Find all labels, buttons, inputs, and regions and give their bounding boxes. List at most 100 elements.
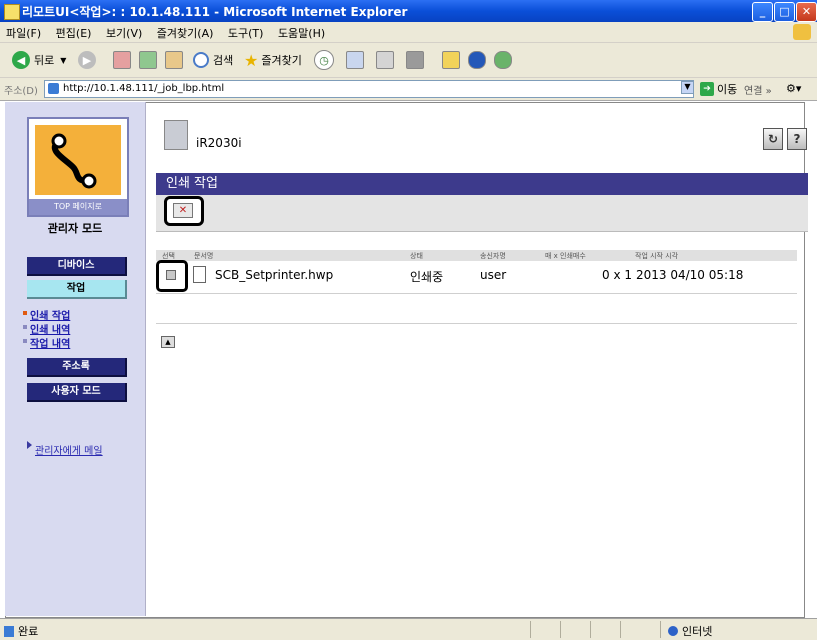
delete-job-button[interactable]: ✕ [164,196,204,226]
search-button[interactable]: 검색 [193,50,233,70]
stop-icon [113,51,131,69]
home-icon [165,51,183,69]
go-button[interactable]: ➔ 이동 [700,81,737,97]
page-done-icon [4,625,14,637]
folder-icon [442,51,460,69]
column-header-status: 상태 [410,252,423,260]
status-bar: 완료 인터넷 [0,618,817,640]
job-sender: user [480,268,507,282]
refresh-button[interactable] [139,50,157,70]
bluetooth-button[interactable] [468,50,486,70]
job-copies: 0 x 1 [602,268,632,282]
title-bar: 리모트UI<작업>: : 10.1.48.111 - Microsoft Int… [0,0,817,22]
divider [560,621,561,638]
divider [156,323,797,324]
checkbox-box [166,270,176,280]
sublink-job-log[interactable]: 작업 내역 [30,335,70,350]
go-arrow-icon: ➔ [700,82,714,96]
mail-button[interactable] [346,50,364,70]
delete-icon: ✕ [173,203,193,218]
menu-favorites[interactable]: 즐겨찾기(A) [151,22,219,41]
job-select-checkbox[interactable] [156,260,188,292]
window-title: 리모트UI<작업>: : 10.1.48.111 - Microsoft Int… [22,5,408,19]
maximize-button[interactable]: □ [774,2,795,22]
divider [590,621,591,638]
divider [156,293,797,294]
menu-view[interactable]: 보기(V) [100,22,147,41]
links-button[interactable]: 연결 » [744,82,772,97]
zone-text: 인터넷 [682,625,713,638]
search-label: 검색 [213,54,234,67]
mail-icon [346,51,364,69]
minimize-button[interactable]: _ [752,2,773,22]
forward-button[interactable]: ▶ [78,50,96,70]
status-text: 완료 [18,625,39,638]
star-icon: ★ [244,50,259,70]
sidebar: TOP 페이지로 관리자 모드 디바이스 작업 인쇄 작업 인쇄 내역 작업 내… [5,102,146,616]
bullet-icon [23,311,27,315]
back-button[interactable]: ◀ 뒤로 ▼ [12,50,66,70]
print-button[interactable] [376,50,394,70]
page-icon [48,83,59,94]
refresh-icon [139,51,157,69]
edit-button[interactable] [406,50,424,70]
print-icon [376,51,394,69]
address-label: 주소(D) [4,86,38,97]
history-button[interactable]: ◷ [314,50,334,70]
logo-caption: TOP 페이지로 [29,199,127,215]
mail-admin-link[interactable]: 관리자에게 메일 [35,442,103,457]
messenger-button[interactable] [494,50,512,70]
section-header: 인쇄 작업 [156,173,808,195]
bluetooth-icon [468,51,486,69]
divider [660,621,661,638]
menu-help[interactable]: 도움말(H) [272,22,330,41]
column-header-sender: 송신자명 [480,252,506,260]
nav-device-button[interactable]: 디바이스 [27,257,127,276]
home-button[interactable] [165,50,183,70]
menu-file[interactable]: 파일(F) [0,22,46,41]
address-bar: 주소(D) http://10.1.48.111/_job_lbp.html ▼… [0,78,817,101]
refresh-page-button[interactable]: ↻ [763,128,783,150]
menu-tools[interactable]: 도구(T) [222,22,269,41]
stop-button[interactable] [113,50,131,70]
table-header: 선택 문서명 상태 송신자명 매 x 인쇄매수 작업 시작 시각 [156,250,797,261]
windows-logo-icon [793,24,811,40]
remote-ui-logo-icon [35,125,121,195]
menu-bar: 파일(F) 편집(E) 보기(V) 즐겨찾기(A) 도구(T) 도움말(H) [0,22,817,43]
job-status: 인쇄중 [410,270,444,284]
address-url[interactable]: http://10.1.48.111/_job_lbp.html [63,83,224,94]
column-header-start-time: 작업 시작 시각 [635,252,679,260]
sublink-print-jobs[interactable]: 인쇄 작업 [30,307,70,322]
nav-job-button[interactable]: 작업 [27,280,127,299]
nav-address-book-button[interactable]: 주소록 [27,358,127,377]
section-toolbar [156,195,808,232]
mode-heading: 관리자 모드 [47,222,103,235]
sublink-print-log[interactable]: 인쇄 내역 [30,321,70,336]
address-input[interactable]: http://10.1.48.111/_job_lbp.html [44,80,694,98]
section-title: 인쇄 작업 [166,176,218,191]
nav-user-mode-button[interactable]: 사용자 모드 [27,383,127,402]
help-button[interactable]: ? [787,128,807,150]
messenger-icon [494,51,512,69]
chevron-down-icon[interactable]: ▼ [60,56,66,65]
go-label: 이동 [717,83,738,96]
top-page-logo-button[interactable]: TOP 페이지로 [27,117,129,217]
bullet-icon [23,325,27,329]
folder-button[interactable] [442,50,460,70]
toolbar: ◀ 뒤로 ▼ ▶ 검색 ★ 즐겨찾기 ◷ [0,43,817,78]
ie-page-icon [4,4,20,20]
address-dropdown-icon[interactable]: ▼ [681,81,694,94]
page-top-icon[interactable]: ▲ [161,336,175,348]
links-label: 연결 [744,86,763,97]
edit-icon [406,51,424,69]
toolbar-extension-icon[interactable]: ⚙▾ [786,82,801,95]
close-button[interactable]: ✕ [796,2,817,22]
forward-arrow-icon: ▶ [78,51,96,69]
divider [620,621,621,638]
menu-edit[interactable]: 편집(E) [50,22,97,41]
column-header-copies: 매 x 인쇄매수 [545,252,586,260]
job-document-name: SCB_Setprinter.hwp [215,268,334,282]
history-icon: ◷ [314,50,334,70]
favorites-button[interactable]: ★ 즐겨찾기 [244,50,302,70]
arrow-right-icon [27,441,32,449]
